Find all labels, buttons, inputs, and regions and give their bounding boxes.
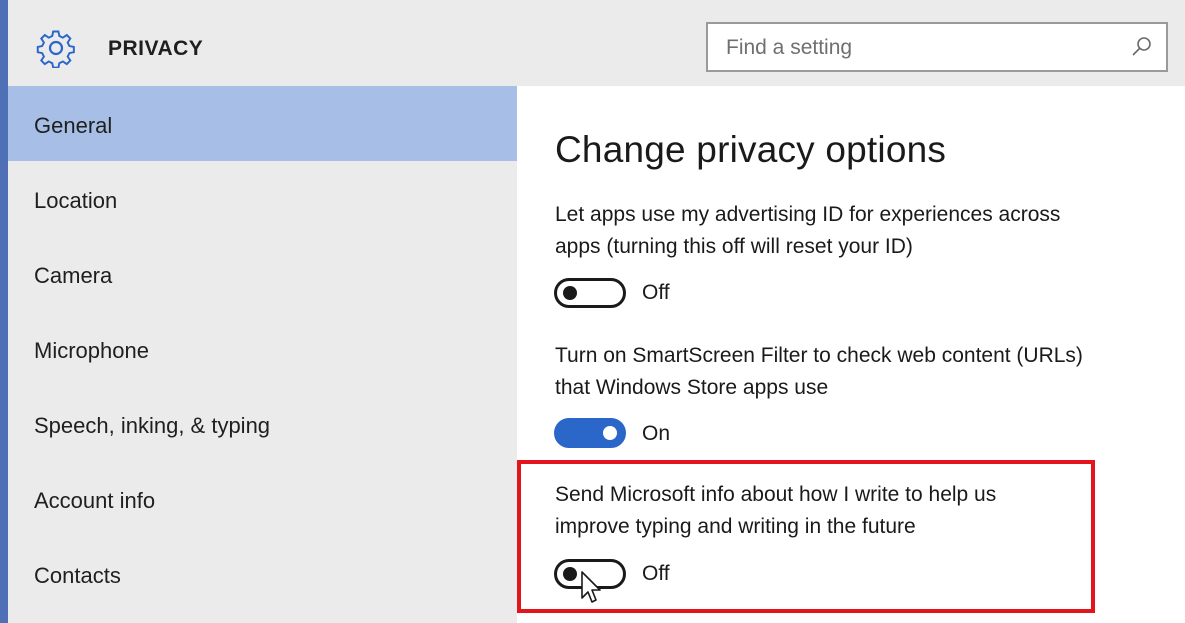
advertising-id-toggle[interactable] — [554, 278, 626, 308]
toggle-knob — [563, 567, 577, 581]
typing-info-toggle-state: Off — [642, 562, 670, 585]
window-edge-strip — [0, 0, 8, 623]
search-box[interactable] — [706, 22, 1168, 72]
header-bar: PRIVACY — [8, 0, 1185, 86]
sidebar-item-label: Speech, inking, & typing — [34, 413, 271, 438]
advertising-id-toggle-state: Off — [642, 281, 670, 304]
sidebar-item-label: Account info — [34, 488, 156, 513]
smartscreen-toggle-state: On — [642, 422, 671, 445]
setting-description-line: that Windows Store apps use — [555, 376, 829, 399]
setting-description-advertising-id: Let apps use my advertising ID for exper… — [555, 199, 1135, 263]
sidebar-item-microphone[interactable]: Microphone — [8, 311, 517, 386]
setting-description-line: Turn on SmartScreen Filter to check web … — [555, 344, 1083, 367]
setting-description-line: Let apps use my advertising ID for exper… — [555, 203, 1061, 226]
search-icon[interactable] — [1130, 35, 1154, 59]
sidebar-item-location[interactable]: Location — [8, 161, 517, 236]
smartscreen-toggle[interactable] — [554, 418, 626, 448]
sidebar-item-account-info[interactable]: Account info — [8, 461, 517, 536]
section-heading: Change privacy options — [555, 129, 947, 170]
search-input[interactable] — [724, 24, 1128, 72]
mouse-pointer-icon — [579, 570, 605, 606]
setting-description-smartscreen: Turn on SmartScreen Filter to check web … — [555, 340, 1135, 404]
sidebar-item-contacts[interactable]: Contacts — [8, 536, 517, 611]
sidebar-item-label: Location — [34, 188, 118, 213]
main-content: Change privacy options Let apps use my a… — [517, 86, 1185, 623]
gear-icon — [36, 28, 76, 69]
sidebar-item-general[interactable]: General — [8, 86, 517, 161]
sidebar-item-speech-inking-typing[interactable]: Speech, inking, & typing — [8, 386, 517, 461]
setting-description-line: Send Microsoft info about how I write to… — [555, 483, 997, 506]
toggle-knob — [563, 286, 577, 300]
sidebar-item-label: Contacts — [34, 563, 121, 588]
sidebar-item-label: Microphone — [34, 338, 149, 363]
setting-description-typing-info: Send Microsoft info about how I write to… — [555, 479, 1135, 543]
setting-description-line: apps (turning this off will reset your I… — [555, 235, 913, 258]
sidebar-item-label: General — [34, 113, 113, 138]
page-title: PRIVACY — [108, 37, 204, 60]
sidebar: General Location Camera Microphone Speec… — [8, 86, 517, 623]
sidebar-item-camera[interactable]: Camera — [8, 236, 517, 311]
sidebar-item-label: Camera — [34, 263, 113, 288]
setting-description-line: improve typing and writing in the future — [555, 515, 916, 538]
toggle-knob — [603, 426, 617, 440]
